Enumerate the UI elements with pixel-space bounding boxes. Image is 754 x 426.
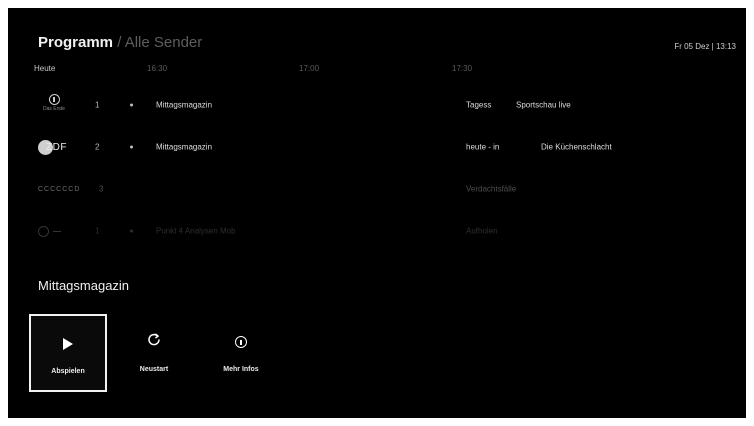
breadcrumb: / Alle Sender [113,34,203,51]
more-info-label: Mehr Infos [223,366,259,373]
channel-logo-line [53,230,61,232]
channel-number: 2 [95,142,100,152]
program-cell[interactable]: Mittagsmagazin [156,143,212,152]
tv-guide-screen: Programm / Alle Sender Fr 05 Dez | 13:13… [8,8,746,418]
time-marker: 17:30 [452,64,473,73]
channel-number: 1 [95,226,100,236]
restart-button[interactable]: Neustart [115,314,193,392]
day-label: Heute [34,64,56,73]
program-cell[interactable]: Punkt 4 Analysen Mob [156,227,236,236]
restart-icon [147,333,161,352]
time-bar: Heute 16:30 17:00 17:30 [8,64,746,78]
current-indicator-dot [130,145,133,149]
ard-icon [48,94,60,105]
more-info-button[interactable]: Mehr Infos [202,314,280,392]
channel-logo: CCCCCCD [38,185,81,193]
channel-logo-text: ZDF [46,141,67,153]
zdf-logo: ZDF [38,136,88,158]
program-cell[interactable]: Aufholen [466,227,498,236]
program-cell[interactable]: Verdachtsfälle [466,185,516,194]
program-cell[interactable]: heute - in [466,143,499,152]
channel-row[interactable]: Das Erste 1 Mittagsmagazin Tagess Sports… [8,90,746,120]
play-label: Abspielen [51,368,85,375]
selected-program-title: Mittagsmagazin [38,278,130,293]
channel-row[interactable]: 1 Punkt 4 Analysen Mob Aufholen [8,216,746,246]
channel-number: 1 [95,100,100,110]
restart-label: Neustart [139,366,169,373]
play-button[interactable]: Abspielen [29,314,107,392]
program-cell[interactable]: Die Küchenschlacht [541,143,612,152]
current-indicator-dot [130,103,133,107]
program-cell[interactable]: Tagess [466,101,491,110]
das-erste-logo: Das Erste [38,94,70,116]
date-time: Fr 05 Dez | 13:13 [674,42,736,51]
channel-logo [38,220,88,242]
channel-logo-text: Das Erste [43,106,65,112]
program-cell[interactable]: Sportschau live [516,101,571,110]
channel-number: 3 [99,184,104,194]
info-icon [235,336,247,348]
channel-row[interactable]: ZDF 2 Mittagsmagazin heute - in Die Küch… [8,132,746,162]
channel-row[interactable]: CCCCCCD 3 Verdachtsfälle [8,174,746,204]
channel-logo-icon [38,225,49,237]
current-indicator-dot [130,229,133,233]
page-title: Programm / Alle Sender [38,34,202,51]
program-cell[interactable]: Mittagsmagazin [156,101,212,110]
time-marker: 16:30 [147,64,168,73]
page-title-main: Programm [38,34,114,51]
play-icon [63,338,73,350]
time-marker: 17:00 [299,64,320,73]
